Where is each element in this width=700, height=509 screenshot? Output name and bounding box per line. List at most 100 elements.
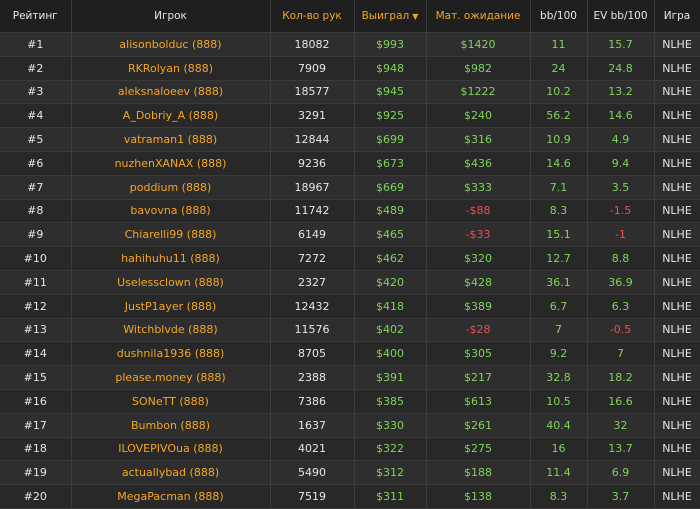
column-header-hands[interactable]: Кол-во рук — [270, 0, 355, 33]
player-link[interactable]: Chiarelli99 (888) — [71, 222, 271, 248]
column-header-ev[interactable]: Мат. ожидание — [426, 0, 531, 33]
player-link[interactable]: dushnila1936 (888) — [71, 341, 271, 367]
table-row[interactable]: #11 Uselessclown (888) 2327 $420 $428 36.1 36.… — [0, 270, 700, 295]
player-link[interactable]: nuzhenXANAX (888) — [71, 151, 271, 176]
rank-cell: #16 — [0, 389, 72, 414]
won-cell: $311 — [354, 484, 427, 509]
hands-cell: 5490 — [270, 460, 355, 486]
ev-cell: $316 — [426, 127, 531, 152]
rank-cell: #13 — [0, 318, 72, 343]
game-cell: NLHE — [654, 413, 700, 438]
rank-cell: #20 — [0, 484, 72, 509]
hands-cell: 18967 — [270, 175, 355, 200]
rank-cell: #3 — [0, 80, 72, 105]
column-header-won-label: Выиграл — [361, 10, 410, 22]
player-link[interactable]: alisonbolduc (888) — [71, 32, 271, 57]
table-row[interactable]: #10 hahihuhu11 (888) 7272 $462 $320 12.7 8.8 NL… — [0, 246, 700, 271]
column-header-won[interactable]: Выиграл ▼ — [354, 0, 427, 33]
game-cell: NLHE — [654, 270, 700, 295]
ev-cell: $389 — [426, 294, 531, 319]
ev-cell: -$33 — [426, 222, 531, 248]
hands-cell: 7909 — [270, 56, 355, 81]
column-header-rank[interactable]: Рейтинг — [0, 0, 72, 33]
table-row[interactable]: #15 please.money (888) 2388 $391 $217 32.8 18.… — [0, 365, 700, 390]
ev-cell: -$28 — [426, 318, 531, 343]
player-link[interactable]: Bumbon (888) — [71, 413, 271, 438]
table-row[interactable]: #9 Chiarelli99 (888) 6149 $465 -$33 15.1 -1 NLH… — [0, 222, 700, 248]
bb100-cell: 8.3 — [530, 199, 588, 224]
table-row[interactable]: #17 Bumbon (888) 1637 $330 $261 40.4 32 NLHE — [0, 413, 700, 438]
table-row[interactable]: #7 poddium (888) 18967 $669 $333 7.1 3.5 NLHE — [0, 175, 700, 200]
player-link[interactable]: actuallybad (888) — [71, 460, 271, 486]
bb100-cell: 15.1 — [530, 222, 588, 248]
bb100-cell: 16 — [530, 437, 588, 462]
rank-cell: #19 — [0, 460, 72, 486]
game-cell: NLHE — [654, 341, 700, 367]
won-cell: $462 — [354, 246, 427, 271]
table-row[interactable]: #20 MegaPacman (888) 7519 $311 $138 8.3 3.7 NLH… — [0, 484, 700, 509]
player-link[interactable]: RKRolyan (888) — [71, 56, 271, 81]
table-row[interactable]: #3 aleksnaloeev (888) 18577 $945 $1222 10.2 13… — [0, 80, 700, 105]
won-cell: $312 — [354, 460, 427, 486]
ev-cell: $613 — [426, 389, 531, 414]
player-link[interactable]: ILOVEPIVOua (888) — [71, 437, 271, 462]
rank-cell: #10 — [0, 246, 72, 271]
player-link[interactable]: poddium (888) — [71, 175, 271, 200]
hands-cell: 8705 — [270, 341, 355, 367]
bb100-cell: 14.6 — [530, 151, 588, 176]
rank-cell: #7 — [0, 175, 72, 200]
player-link[interactable]: Uselessclown (888) — [71, 270, 271, 295]
table-row[interactable]: #14 dushnila1936 (888) 8705 $400 $305 9.2 7 NLH… — [0, 341, 700, 367]
won-cell: $925 — [354, 103, 427, 129]
won-cell: $402 — [354, 318, 427, 343]
rank-cell: #15 — [0, 365, 72, 390]
column-header-player[interactable]: Игрок — [71, 0, 271, 33]
evbb100-cell: -0.5 — [587, 318, 655, 343]
hands-cell: 1637 — [270, 413, 355, 438]
game-cell: NLHE — [654, 222, 700, 248]
evbb100-cell: -1 — [587, 222, 655, 248]
table-row[interactable]: #1 alisonbolduc (888) 18082 $993 $1420 11 15.7… — [0, 32, 700, 57]
hands-cell: 7386 — [270, 389, 355, 414]
player-link[interactable]: SONeTT (888) — [71, 389, 271, 414]
won-cell: $385 — [354, 389, 427, 414]
column-header-game[interactable]: Игра — [654, 0, 700, 33]
evbb100-cell: 4.9 — [587, 127, 655, 152]
game-cell: NLHE — [654, 151, 700, 176]
table-row[interactable]: #8 bavovna (888) 11742 $489 -$88 8.3 -1.5 NLHE — [0, 199, 700, 224]
player-link[interactable]: bavovna (888) — [71, 199, 271, 224]
game-cell: NLHE — [654, 175, 700, 200]
rank-cell: #1 — [0, 32, 72, 57]
player-link[interactable]: please.money (888) — [71, 365, 271, 390]
evbb100-cell: 3.7 — [587, 484, 655, 509]
table-row[interactable]: #13 Witchblvde (888) 11576 $402 -$28 7 -0.5 NLH… — [0, 318, 700, 343]
player-link[interactable]: A_Dobriy_A (888) — [71, 103, 271, 129]
hands-cell: 18577 — [270, 80, 355, 105]
player-link[interactable]: vatraman1 (888) — [71, 127, 271, 152]
bb100-cell: 7.1 — [530, 175, 588, 200]
player-link[interactable]: JustP1ayer (888) — [71, 294, 271, 319]
won-cell: $330 — [354, 413, 427, 438]
table-row[interactable]: #18 ILOVEPIVOua (888) 4021 $322 $275 16 13.7 NL… — [0, 437, 700, 462]
evbb100-cell: 14.6 — [587, 103, 655, 129]
game-cell: NLHE — [654, 484, 700, 509]
column-header-bb100[interactable]: bb/100 — [530, 0, 588, 33]
column-header-evbb100[interactable]: EV bb/100 — [587, 0, 655, 33]
table-row[interactable]: #4 A_Dobriy_A (888) 3291 $925 $240 56.2 14.6 NL… — [0, 103, 700, 129]
bb100-cell: 11.4 — [530, 460, 588, 486]
table-row[interactable]: #12 JustP1ayer (888) 12432 $418 $389 6.7 6.3 NL… — [0, 294, 700, 319]
table-row[interactable]: #2 RKRolyan (888) 7909 $948 $982 24 24.8 NLHE — [0, 56, 700, 81]
table-row[interactable]: #16 SONeTT (888) 7386 $385 $613 10.5 16.6 NLHE — [0, 389, 700, 414]
game-cell: NLHE — [654, 437, 700, 462]
bb100-cell: 56.2 — [530, 103, 588, 129]
table-row[interactable]: #19 actuallybad (888) 5490 $312 $188 11.4 6.9 N… — [0, 460, 700, 486]
player-link[interactable]: MegaPacman (888) — [71, 484, 271, 509]
hands-cell: 6149 — [270, 222, 355, 248]
table-row[interactable]: #5 vatraman1 (888) 12844 $699 $316 10.9 4.9 NLH… — [0, 127, 700, 152]
table-row[interactable]: #6 nuzhenXANAX (888) 9236 $673 $436 14.6 9.4 NL… — [0, 151, 700, 176]
player-link[interactable]: hahihuhu11 (888) — [71, 246, 271, 271]
game-cell: NLHE — [654, 460, 700, 486]
ev-cell: $436 — [426, 151, 531, 176]
player-link[interactable]: Witchblvde (888) — [71, 318, 271, 343]
player-link[interactable]: aleksnaloeev (888) — [71, 80, 271, 105]
